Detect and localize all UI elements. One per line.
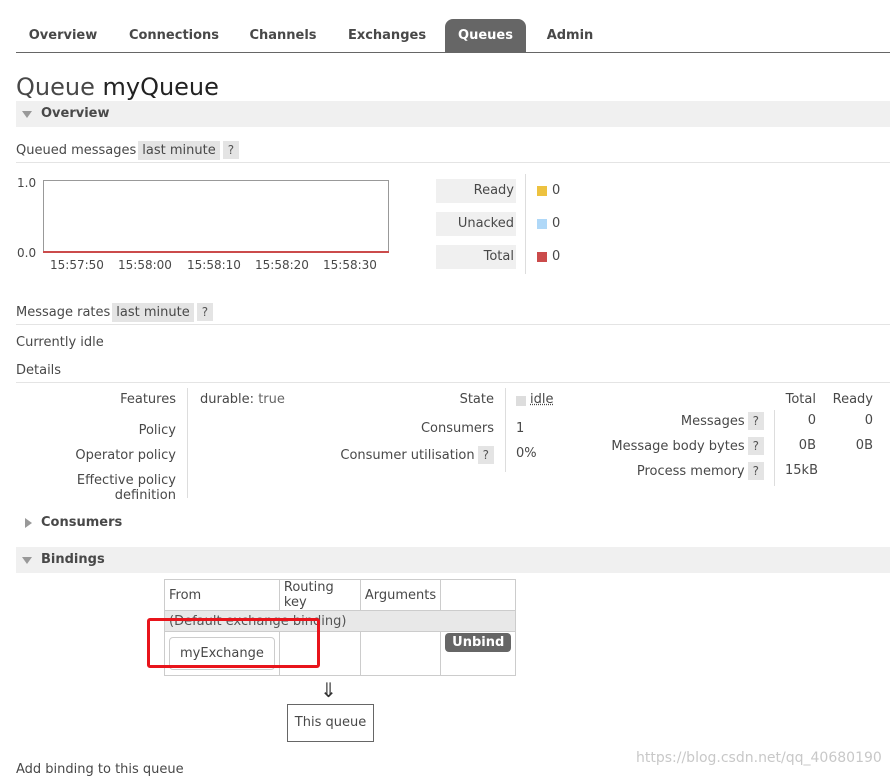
- messages-text: Messages: [680, 414, 745, 429]
- section-title: Overview: [41, 106, 110, 121]
- help-button[interactable]: ?: [747, 412, 764, 430]
- total-value: 0: [552, 249, 561, 264]
- expand-right-icon: [25, 518, 32, 528]
- unacked-value: 0: [552, 216, 561, 231]
- section-title: Bindings: [41, 552, 105, 567]
- tab-channels[interactable]: Channels: [238, 19, 328, 52]
- overview-section-header[interactable]: Overview: [16, 101, 890, 127]
- watermark: https://blog.csdn.net/qq_40680190: [636, 750, 882, 766]
- features-value: durable: true: [200, 392, 285, 407]
- unacked-swatch: [537, 219, 547, 229]
- legend-unacked-label: Unacked: [436, 212, 516, 236]
- feature-key: durable:: [200, 392, 255, 407]
- consumers-value: 1: [516, 421, 525, 436]
- policy-label: Policy: [138, 423, 176, 438]
- message-rates-label: Message rates: [16, 305, 111, 320]
- state-label: State: [459, 392, 494, 407]
- x-tick: 15:58:30: [323, 258, 377, 272]
- memory-total: 15kB: [785, 463, 818, 478]
- total-series-line: [43, 251, 389, 253]
- tab-queues[interactable]: Queues: [445, 19, 526, 52]
- help-button[interactable]: ?: [477, 446, 494, 464]
- section-title: Consumers: [41, 515, 123, 530]
- bindings-header-row: From Routing key Arguments: [164, 579, 517, 611]
- total-swatch: [537, 252, 547, 262]
- down-arrow-icon: ⇓: [320, 678, 337, 702]
- expand-down-icon: [22, 111, 32, 118]
- col-ready-header: Ready: [832, 392, 873, 407]
- messages-total: 0: [807, 413, 816, 428]
- rates-status: Currently idle: [16, 335, 104, 350]
- ready-value: 0: [552, 183, 561, 198]
- body-bytes-label: Message body bytes?: [560, 437, 764, 455]
- consumers-section-header[interactable]: Consumers: [16, 510, 890, 536]
- details-divider: [505, 388, 506, 472]
- effective-policy-label: Effective policy definition: [76, 473, 176, 503]
- x-tick: 15:58:10: [187, 258, 241, 272]
- utilisation-value: 0%: [516, 446, 537, 461]
- state-value: idle: [530, 392, 554, 407]
- col-actions: [440, 579, 517, 611]
- details-divider: [774, 410, 775, 486]
- col-arguments: Arguments: [359, 579, 442, 611]
- body-bytes-total: 0B: [798, 438, 816, 453]
- legend-total-label: Total: [436, 245, 516, 269]
- bindings-section-header[interactable]: Bindings: [16, 547, 890, 573]
- legend-divider: [525, 174, 526, 274]
- memory-text: Process memory: [636, 464, 745, 479]
- tab-connections[interactable]: Connections: [120, 19, 228, 52]
- details-label: Details: [16, 363, 62, 378]
- message-rates-header: Message rates last minute?: [16, 302, 890, 325]
- utilisation-label: Consumer utilisation?: [300, 446, 494, 464]
- features-label: Features: [120, 392, 176, 407]
- messages-ready: 0: [864, 413, 873, 428]
- this-queue-box: This queue: [287, 704, 374, 742]
- messages-label: Messages?: [560, 412, 764, 430]
- queued-chart-plot: [43, 180, 389, 253]
- feature-value: true: [258, 392, 285, 407]
- details-header: Details: [16, 360, 890, 383]
- ready-swatch: [537, 186, 547, 196]
- help-button[interactable]: ?: [222, 141, 240, 159]
- queued-messages-label: Queued messages: [16, 143, 137, 158]
- details-divider: [187, 388, 188, 498]
- help-button[interactable]: ?: [747, 462, 764, 480]
- expand-down-icon: [22, 557, 32, 564]
- highlight-box: [147, 618, 320, 668]
- tab-admin[interactable]: Admin: [536, 19, 604, 52]
- body-bytes-text: Message body bytes: [611, 439, 745, 454]
- range-selector[interactable]: last minute: [138, 141, 220, 160]
- tab-exchanges[interactable]: Exchanges: [338, 19, 436, 52]
- col-from: From: [164, 579, 280, 611]
- help-button[interactable]: ?: [196, 303, 214, 321]
- x-tick: 15:58:00: [118, 258, 172, 272]
- consumers-label: Consumers: [420, 421, 494, 436]
- y-tick-max: 1.0: [17, 176, 37, 190]
- range-selector[interactable]: last minute: [112, 303, 194, 322]
- operator-policy-label: Operator policy: [75, 448, 176, 463]
- x-tick: 15:57:50: [50, 258, 104, 272]
- state-indicator-icon: [516, 396, 526, 406]
- main-nav: Overview Connections Channels Exchanges …: [16, 19, 890, 53]
- tab-overview[interactable]: Overview: [16, 19, 110, 52]
- help-button[interactable]: ?: [747, 437, 764, 455]
- col-routing-key: Routing key: [278, 579, 361, 611]
- utilisation-text: Consumer utilisation: [340, 448, 475, 463]
- action-cell: Unbind: [440, 631, 517, 676]
- memory-label: Process memory?: [560, 462, 764, 480]
- legend-ready-label: Ready: [436, 179, 516, 203]
- unbind-button[interactable]: Unbind: [445, 633, 512, 652]
- arguments-cell: [359, 631, 442, 676]
- body-bytes-ready: 0B: [855, 438, 873, 453]
- col-total-header: Total: [785, 392, 816, 407]
- y-tick-min: 0.0: [17, 246, 37, 260]
- add-binding-header[interactable]: Add binding to this queue: [16, 762, 184, 777]
- queued-messages-header: Queued messages last minute?: [16, 140, 890, 163]
- page-title-prefix: Queue: [16, 73, 95, 101]
- page-title: Queue myQueue: [16, 70, 219, 104]
- x-tick: 15:58:20: [255, 258, 309, 272]
- queue-name: myQueue: [102, 73, 219, 101]
